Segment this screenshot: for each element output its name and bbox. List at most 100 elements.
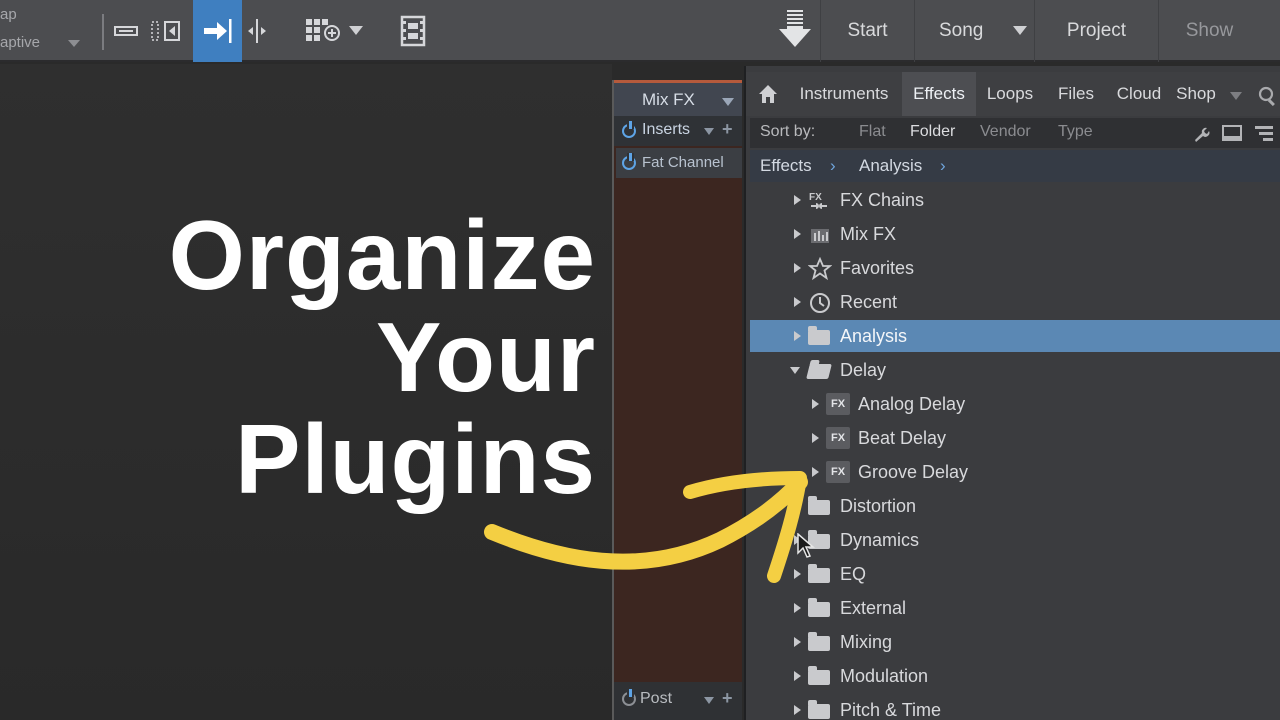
tree-item[interactable]: Distortion <box>750 490 1280 522</box>
tree-item[interactable]: External <box>750 592 1280 624</box>
song-page-button[interactable]: Song <box>914 0 1008 62</box>
timebase-select[interactable]: aptive <box>0 30 86 56</box>
add-insert-icon[interactable]: + <box>722 119 733 140</box>
tree-item-label: Pitch & Time <box>840 700 942 720</box>
tab-shop[interactable]: Shop <box>1170 72 1222 116</box>
tree-item[interactable]: Mix FX <box>750 218 1280 250</box>
list-view-icon[interactable] <box>1254 125 1274 143</box>
expand-icon[interactable] <box>794 671 801 681</box>
tree-item[interactable]: Delay <box>750 354 1280 386</box>
breadcrumb-analysis[interactable]: Analysis <box>859 156 922 176</box>
tab-label: Instruments <box>799 84 889 103</box>
tree-item[interactable]: Favorites <box>750 252 1280 284</box>
tab-label: Effects <box>913 84 965 103</box>
expand-icon[interactable] <box>794 637 801 647</box>
video-button[interactable] <box>398 12 428 50</box>
tree-item[interactable]: Mixing <box>750 626 1280 658</box>
tree-item-label: Dynamics <box>840 530 920 550</box>
start-page-button[interactable]: Start <box>820 0 914 62</box>
fx-plugin-icon: FX <box>826 393 850 415</box>
svg-text:FX: FX <box>809 192 822 203</box>
mix-fx-header[interactable]: Mix FX <box>614 80 742 116</box>
folder-icon <box>808 631 832 653</box>
headline-line-1: Organize <box>168 200 596 310</box>
expand-icon[interactable] <box>794 705 801 715</box>
chevron-down-icon <box>68 40 80 47</box>
expand-icon[interactable] <box>794 569 801 579</box>
expand-icon[interactable] <box>794 229 801 239</box>
home-button[interactable] <box>758 84 778 109</box>
power-icon[interactable] <box>622 689 636 706</box>
tab-label: Shop <box>1176 84 1216 103</box>
add-post-icon[interactable]: + <box>722 688 733 709</box>
tree-item[interactable]: Pitch & Time <box>750 694 1280 720</box>
split-tool-button[interactable] <box>244 12 270 50</box>
expand-icon[interactable] <box>812 433 819 443</box>
post-label: Post <box>640 690 673 707</box>
expand-icon[interactable] <box>794 195 801 205</box>
sort-folder-option[interactable]: Folder <box>910 123 955 141</box>
browser-panel: Instruments Effects Loops Files Cloud Sh… <box>744 66 1280 720</box>
fx-badge: FX <box>826 461 850 483</box>
grid-add-button[interactable] <box>302 12 342 50</box>
tree-item[interactable]: FX Groove Delay <box>750 456 1280 488</box>
chevron-down-icon[interactable] <box>704 697 714 704</box>
expand-icon[interactable] <box>794 263 801 273</box>
sort-flat-option[interactable]: Flat <box>859 123 886 141</box>
show-page-button[interactable]: Show <box>1158 0 1260 62</box>
collapse-panel-button[interactable] <box>150 12 182 50</box>
tree-item[interactable]: FX FX Chains <box>750 184 1280 216</box>
minimize-track-button[interactable] <box>112 12 142 50</box>
tree-item[interactable]: FX Analog Delay <box>750 388 1280 420</box>
tab-cloud[interactable]: Cloud <box>1108 72 1170 116</box>
expand-icon[interactable] <box>812 467 819 477</box>
chevron-down-icon[interactable] <box>349 26 363 35</box>
start-label: Start <box>847 20 888 41</box>
search-button[interactable] <box>1258 86 1278 111</box>
chevron-down-icon[interactable] <box>1230 92 1242 100</box>
tab-label: Loops <box>986 84 1034 103</box>
tree-item[interactable]: Analysis <box>750 320 1280 352</box>
snap-to-button[interactable] <box>193 0 242 62</box>
folder-icon <box>808 495 832 517</box>
expand-icon[interactable] <box>812 399 819 409</box>
fx-badge: FX <box>826 393 850 415</box>
split-icon <box>248 19 266 43</box>
mix-fx-icon <box>808 223 832 245</box>
tree-item-label: Analysis <box>840 326 908 346</box>
tree-item[interactable]: Modulation <box>750 660 1280 692</box>
project-page-button[interactable]: Project <box>1034 0 1158 62</box>
expand-icon[interactable] <box>794 603 801 613</box>
panel-view-icon[interactable] <box>1222 125 1242 143</box>
power-icon[interactable] <box>622 153 636 170</box>
expand-open-icon[interactable] <box>790 367 800 374</box>
breadcrumb-effects[interactable]: Effects <box>760 156 812 176</box>
toolbar-left-label: ap <box>0 6 17 23</box>
sort-vendor-option[interactable]: Vendor <box>980 123 1031 141</box>
power-icon[interactable] <box>622 121 636 138</box>
chevron-down-icon[interactable] <box>722 98 734 106</box>
expand-icon[interactable] <box>794 501 801 511</box>
search-icon <box>1258 86 1275 107</box>
insert-slot[interactable]: Fat Channel <box>616 148 742 178</box>
wrench-icon[interactable] <box>1192 125 1210 143</box>
expand-icon[interactable] <box>794 331 801 341</box>
tree-item-label: Recent <box>840 292 898 312</box>
tree-item[interactable]: Dynamics <box>750 524 1280 556</box>
tab-instruments[interactable]: Instruments <box>788 72 900 116</box>
tree-item[interactable]: FX Beat Delay <box>750 422 1280 454</box>
sort-type-option[interactable]: Type <box>1058 123 1093 141</box>
download-arrow-icon <box>779 10 811 47</box>
tree-item[interactable]: EQ <box>750 558 1280 590</box>
tab-effects[interactable]: Effects <box>902 72 976 116</box>
tree-item[interactable]: Recent <box>750 286 1280 318</box>
download-button[interactable] <box>776 10 814 48</box>
tab-files[interactable]: Files <box>1048 72 1104 116</box>
headline-line-3: Plugins <box>235 404 596 514</box>
fx-chains-icon: FX <box>808 189 832 211</box>
chevron-down-icon[interactable] <box>1013 26 1027 35</box>
chevron-down-icon[interactable] <box>704 128 714 135</box>
expand-icon[interactable] <box>794 297 801 307</box>
inserts-header: Inserts + <box>614 116 742 146</box>
tab-loops[interactable]: Loops <box>980 72 1040 116</box>
